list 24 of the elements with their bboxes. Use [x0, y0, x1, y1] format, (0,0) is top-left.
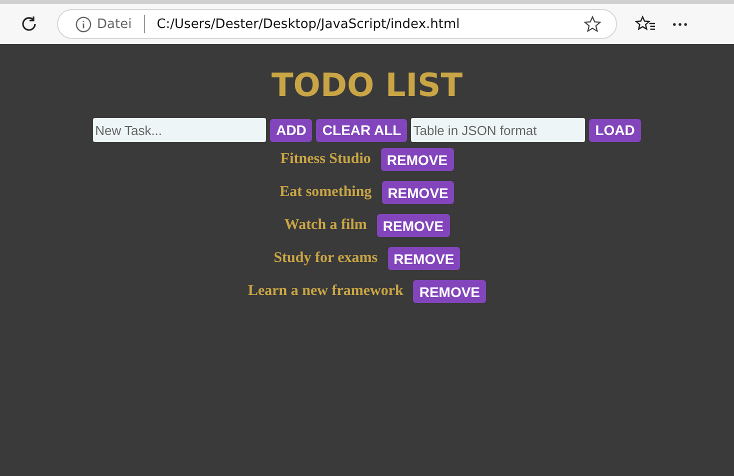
task-text: Eat something: [280, 184, 372, 201]
input-field[interactable]: Table in JSON format: [411, 118, 586, 142]
more-icon[interactable]: [672, 22, 688, 26]
reload-icon[interactable]: [19, 14, 39, 34]
remove-button[interactable]: REMOVE: [382, 181, 454, 204]
site-label: Datei: [97, 16, 132, 32]
remove-button[interactable]: REMOVE: [413, 280, 486, 303]
remove-button[interactable]: REMOVE: [376, 214, 450, 237]
favorites-icon[interactable]: [635, 14, 656, 34]
task-text: Learn a new framework: [248, 283, 404, 300]
star-icon[interactable]: [583, 14, 602, 34]
task-text: Watch a film: [284, 217, 367, 234]
info-icon[interactable]: [75, 16, 92, 32]
action-button[interactable]: CLEAR ALL: [316, 118, 408, 142]
remove-button[interactable]: REMOVE: [388, 247, 460, 270]
action-button[interactable]: LOAD: [589, 118, 641, 142]
url-text: C:/Users/Dester/Desktop/JavaScript/index.html: [156, 16, 460, 32]
input-field[interactable]: New Task...: [93, 118, 266, 142]
task-text: Study for exams: [274, 250, 378, 267]
action-button[interactable]: ADD: [270, 118, 312, 142]
task-text: Fitness Studio: [280, 151, 371, 168]
remove-button[interactable]: REMOVE: [380, 148, 454, 171]
page-title: TODO LIST: [271, 66, 463, 104]
address-bar[interactable]: Datei C:/Users/Dester/Desktop/JavaScript/index.html: [57, 9, 617, 39]
